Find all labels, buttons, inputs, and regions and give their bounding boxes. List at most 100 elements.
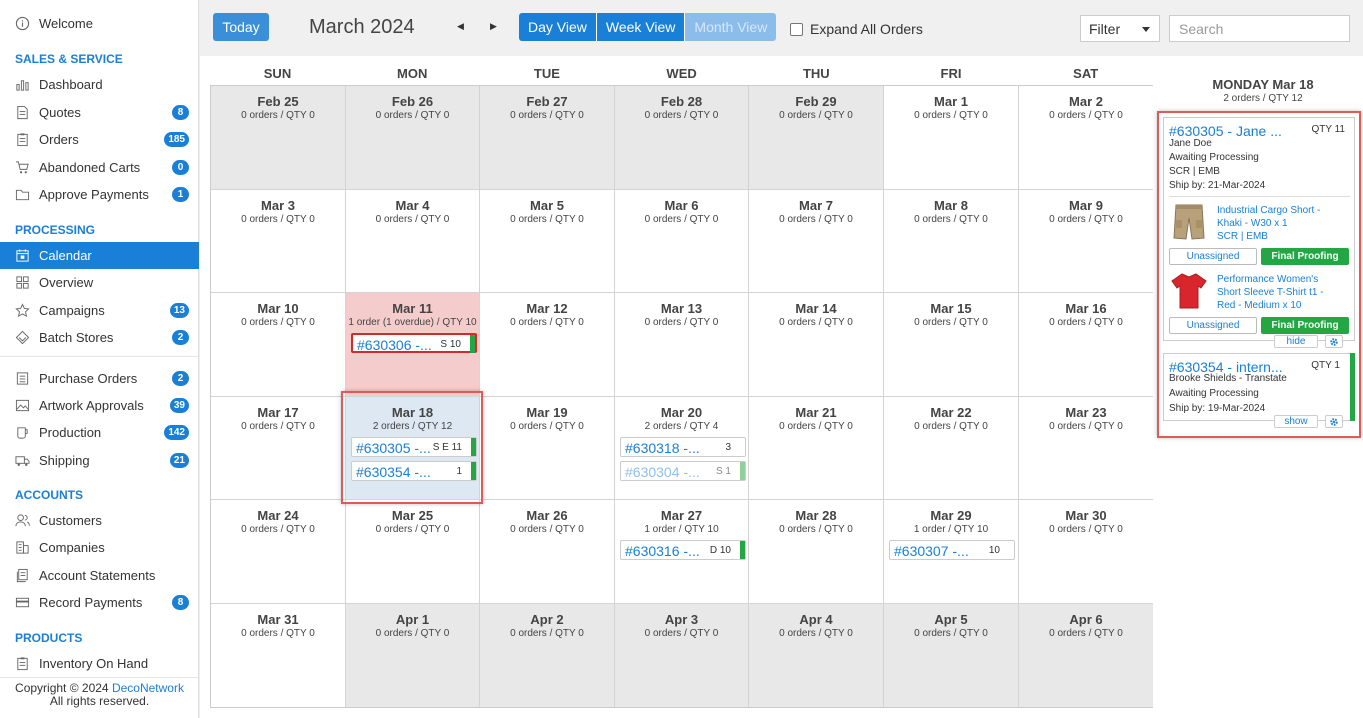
calendar-day-cell[interactable]: Apr 30 orders / QTY 0 — [615, 604, 749, 707]
expand-all-toggle[interactable]: Expand All Orders — [790, 21, 923, 37]
calendar-day-cell[interactable]: Mar 30 0 orders / QTY 0 — [1019, 500, 1153, 604]
calendar-day-cell[interactable]: Mar 40 orders / QTY 0 — [346, 190, 480, 293]
final-proofing-button[interactable]: Final Proofing — [1261, 317, 1349, 334]
order-link[interactable]: #630305 - Jane ... — [1169, 123, 1282, 139]
day-date: Apr 5 — [934, 612, 968, 627]
show-button[interactable]: show — [1274, 415, 1318, 428]
final-proofing-button[interactable]: Final Proofing — [1261, 248, 1349, 265]
sidebar-item-record-payments[interactable]: Record Payments 8 — [0, 589, 199, 616]
day-date: Feb 28 — [660, 94, 703, 109]
gear-icon[interactable] — [1325, 415, 1343, 428]
sidebar-item-overview[interactable]: Overview — [0, 269, 199, 296]
sidebar-item-calendar[interactable]: Calendar — [0, 242, 199, 269]
day-date: Mar 12 — [526, 301, 568, 316]
calendar-day-cell[interactable]: Mar 80 orders / QTY 0 — [884, 190, 1019, 293]
sidebar-item-artwork-approvals[interactable]: Artwork Approvals 39 — [0, 392, 199, 419]
order-chip[interactable]: #630306 -... S 10 — [351, 333, 477, 353]
sidebar-item-customers[interactable]: Customers — [0, 507, 199, 534]
sidebar-item-account-statements[interactable]: Account Statements — [0, 562, 199, 589]
sidebar-item-approve-payments[interactable]: Approve Payments 1 — [0, 181, 199, 208]
sidebar-item-campaigns[interactable]: Campaigns 13 — [0, 297, 199, 324]
calendar-day-cell[interactable]: Mar 20 orders / QTY 0 — [1019, 86, 1153, 190]
deconetwork-link[interactable]: DecoNetwork — [112, 681, 184, 695]
day-summary: 0 orders / QTY 0 — [914, 317, 988, 328]
calendar-day-cell[interactable]: Apr 40 orders / QTY 0 — [749, 604, 884, 707]
order-chip[interactable]: #630318 -... 3 — [620, 437, 746, 457]
calendar-day-cell[interactable]: Apr 50 orders / QTY 0 — [884, 604, 1019, 707]
sidebar-item-label: Account Statements — [39, 567, 156, 583]
sidebar-item-shipping[interactable]: Shipping 21 — [0, 447, 199, 474]
month-view-button[interactable]: Month View — [685, 13, 777, 41]
product-link[interactable]: Performance Women's Short Sleeve T-Shirt… — [1217, 273, 1337, 312]
calendar-day-cell[interactable]: Mar 13 0 orders / QTY 0 — [615, 293, 749, 397]
day-view-button[interactable]: Day View — [519, 13, 597, 41]
calendar-day-cell[interactable]: Mar 20 2 orders / QTY 4 #630318 -... 3 #6303… — [615, 397, 749, 500]
calendar-day-cell[interactable]: Mar 28 0 orders / QTY 0 — [749, 500, 884, 604]
sidebar-item-abandoned-carts[interactable]: Abandoned Carts 0 — [0, 154, 199, 181]
product-link[interactable]: Industrial Cargo Short - Khaki - W30 x 1… — [1217, 204, 1337, 243]
sidebar-item-production[interactable]: Production 142 — [0, 419, 199, 446]
expand-all-checkbox[interactable] — [790, 22, 803, 36]
unassigned-button[interactable]: Unassigned — [1169, 248, 1257, 265]
order-chip[interactable]: #630316 -... D 10 — [620, 540, 746, 560]
prev-month-icon[interactable]: ◀ — [457, 21, 464, 32]
calendar-day-cell[interactable]: Mar 26 0 orders / QTY 0 — [480, 500, 615, 604]
calendar-day-cell[interactable]: Mar 24 0 orders / QTY 0 — [211, 500, 346, 604]
day-header-wed: WED — [666, 66, 697, 81]
sidebar-item-inventory-on-hand[interactable]: Inventory On Hand — [0, 650, 199, 677]
day-date: Apr 3 — [664, 612, 699, 627]
calendar-day-cell[interactable]: Feb 25 0 orders / QTY 0 — [211, 86, 346, 190]
order-card[interactable]: #630354 - intern... QTY 1 Brooke Shields… — [1163, 353, 1355, 421]
calendar-day-cell[interactable]: Mar 22 0 orders / QTY 0 — [884, 397, 1019, 500]
sidebar-item-orders[interactable]: Orders 185 — [0, 126, 199, 153]
calendar-day-cell[interactable]: Mar 16 0 orders / QTY 0 — [1019, 293, 1153, 397]
calendar-day-cell[interactable]: Mar 90 orders / QTY 0 — [1019, 190, 1153, 293]
today-button[interactable]: Today — [213, 13, 269, 41]
calendar-day-cell[interactable]: Mar 19 0 orders / QTY 0 — [480, 397, 615, 500]
order-chip[interactable]: #630304 -... S 1 — [620, 461, 746, 481]
calendar-day-cell[interactable]: Mar 15 0 orders / QTY 0 — [884, 293, 1019, 397]
unassigned-button[interactable]: Unassigned — [1169, 317, 1257, 334]
calendar-day-cell[interactable]: Mar 30 orders / QTY 0 — [211, 190, 346, 293]
calendar-day-cell[interactable]: Mar 60 orders / QTY 0 — [615, 190, 749, 293]
day-date: Mar 1 — [934, 94, 968, 109]
calendar-day-cell[interactable]: Mar 27 1 order / QTY 10 #630316 -... D 10 — [615, 500, 749, 604]
calendar-day-cell[interactable]: Mar 10 0 orders / QTY 0 — [211, 293, 346, 397]
calendar-day-cell[interactable]: Apr 10 orders / QTY 0 — [346, 604, 480, 707]
order-chip[interactable]: #630307 -... 10 — [889, 540, 1015, 560]
order-card[interactable]: #630305 - Jane ... QTY 11 Jane Doe Await… — [1163, 117, 1355, 341]
calendar-day-cell[interactable]: Mar 17 0 orders / QTY 0 — [211, 397, 346, 500]
sidebar-item-welcome[interactable]: Welcome — [0, 10, 199, 37]
day-summary: 0 orders / QTY 0 — [241, 110, 315, 121]
calendar-day-cell[interactable]: Mar 31 0 orders / QTY 0 — [211, 604, 346, 707]
calendar-day-cell[interactable]: Mar 29 1 order / QTY 10 #630307 -... 10 — [884, 500, 1019, 604]
sidebar-item-quotes[interactable]: Quotes 8 — [0, 99, 199, 126]
day-summary: 0 orders / QTY 0 — [375, 628, 450, 639]
calendar-day-cell[interactable]: Feb 29 0 orders / QTY 0 — [749, 86, 884, 190]
calendar-day-cell[interactable]: Feb 28 0 orders / QTY 0 — [615, 86, 749, 190]
next-month-icon[interactable]: ▶ — [490, 21, 497, 32]
calendar-day-cell[interactable]: Apr 20 orders / QTY 0 — [480, 604, 615, 707]
calendar-day-cell[interactable]: Feb 26 0 orders / QTY 0 — [346, 86, 480, 190]
filter-select[interactable]: Filter — [1080, 15, 1160, 42]
sidebar-item-dashboard[interactable]: Dashboard — [0, 71, 199, 98]
search-input[interactable]: Search — [1169, 15, 1350, 42]
hide-button[interactable]: hide — [1274, 335, 1318, 348]
week-view-button[interactable]: Week View — [596, 13, 686, 41]
gear-icon[interactable] — [1325, 335, 1343, 348]
calendar-day-cell[interactable]: Mar 11 1 order (1 overdue) / QTY 10 #63030… — [346, 293, 480, 397]
calendar-day-cell[interactable]: Mar 23 0 orders / QTY 0 — [1019, 397, 1153, 500]
calendar-day-cell[interactable]: Mar 70 orders / QTY 0 — [749, 190, 884, 293]
sidebar-item-purchase-orders[interactable]: Purchase Orders 2 — [0, 365, 199, 392]
calendar-day-cell[interactable]: Mar 25 0 orders / QTY 0 — [346, 500, 480, 604]
calendar-day-cell[interactable]: Feb 27 0 orders / QTY 0 — [480, 86, 615, 190]
calendar-day-cell[interactable]: Mar 50 orders / QTY 0 — [480, 190, 615, 293]
calendar-day-cell[interactable]: Mar 14 0 orders / QTY 0 — [749, 293, 884, 397]
sidebar-item-batch-stores[interactable]: Batch Stores 2 — [0, 324, 199, 351]
day-summary: 0 orders / QTY 0 — [1049, 524, 1123, 535]
calendar-day-cell[interactable]: Mar 12 0 orders / QTY 0 — [480, 293, 615, 397]
sidebar-item-companies[interactable]: Companies — [0, 534, 199, 561]
calendar-day-cell[interactable]: Mar 21 0 orders / QTY 0 — [749, 397, 884, 500]
calendar-day-cell[interactable]: Apr 60 orders / QTY 0 — [1019, 604, 1153, 707]
calendar-day-cell[interactable]: Mar 10 orders / QTY 0 — [884, 86, 1019, 190]
